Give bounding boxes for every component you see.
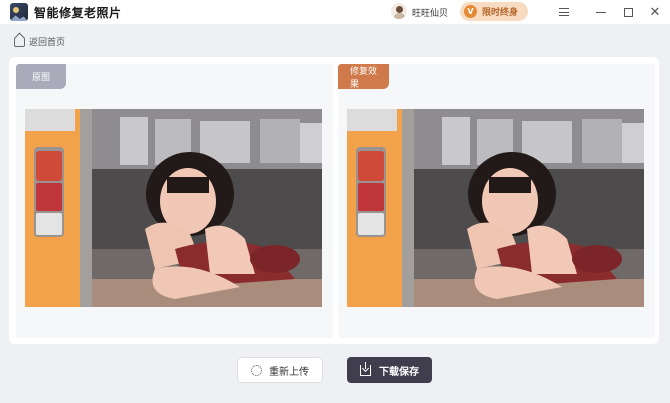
reupload-label: 重新上传 [269, 366, 309, 378]
result-tag: 修复效果 [338, 64, 389, 90]
download-save-button[interactable]: 下载保存 [347, 357, 432, 383]
vip-button[interactable]: V 限时终身 [460, 2, 528, 21]
compare-panel: 原图 修复效果 [9, 57, 659, 344]
original-photo [25, 109, 322, 307]
close-icon[interactable]: ✕ [646, 3, 664, 21]
original-tag: 原图 [16, 64, 66, 89]
title-bar: 智能修复老照片 旺旺仙贝 V 限时终身 ✕ [0, 0, 670, 24]
app-title: 智能修复老照片 [34, 6, 122, 20]
reupload-button[interactable]: 重新上传 [237, 357, 323, 383]
app-logo-icon [10, 3, 28, 21]
refresh-icon [251, 364, 262, 376]
result-photo [347, 109, 644, 307]
menu-icon[interactable] [555, 3, 573, 21]
home-icon [14, 36, 25, 47]
original-card: 原图 [16, 64, 333, 338]
back-home-label: 返回首页 [29, 38, 66, 48]
result-card: 修复效果 [338, 64, 655, 338]
download-icon [360, 361, 371, 376]
back-home-link[interactable]: 返回首页 [14, 35, 65, 48]
vip-badge-icon: V [464, 5, 477, 18]
vip-label: 限时终身 [482, 8, 519, 18]
download-label: 下载保存 [379, 366, 419, 378]
user-avatar[interactable] [391, 3, 407, 19]
user-name[interactable]: 旺旺仙贝 [412, 6, 448, 19]
minimize-icon[interactable] [592, 3, 610, 21]
maximize-icon[interactable] [619, 3, 637, 21]
